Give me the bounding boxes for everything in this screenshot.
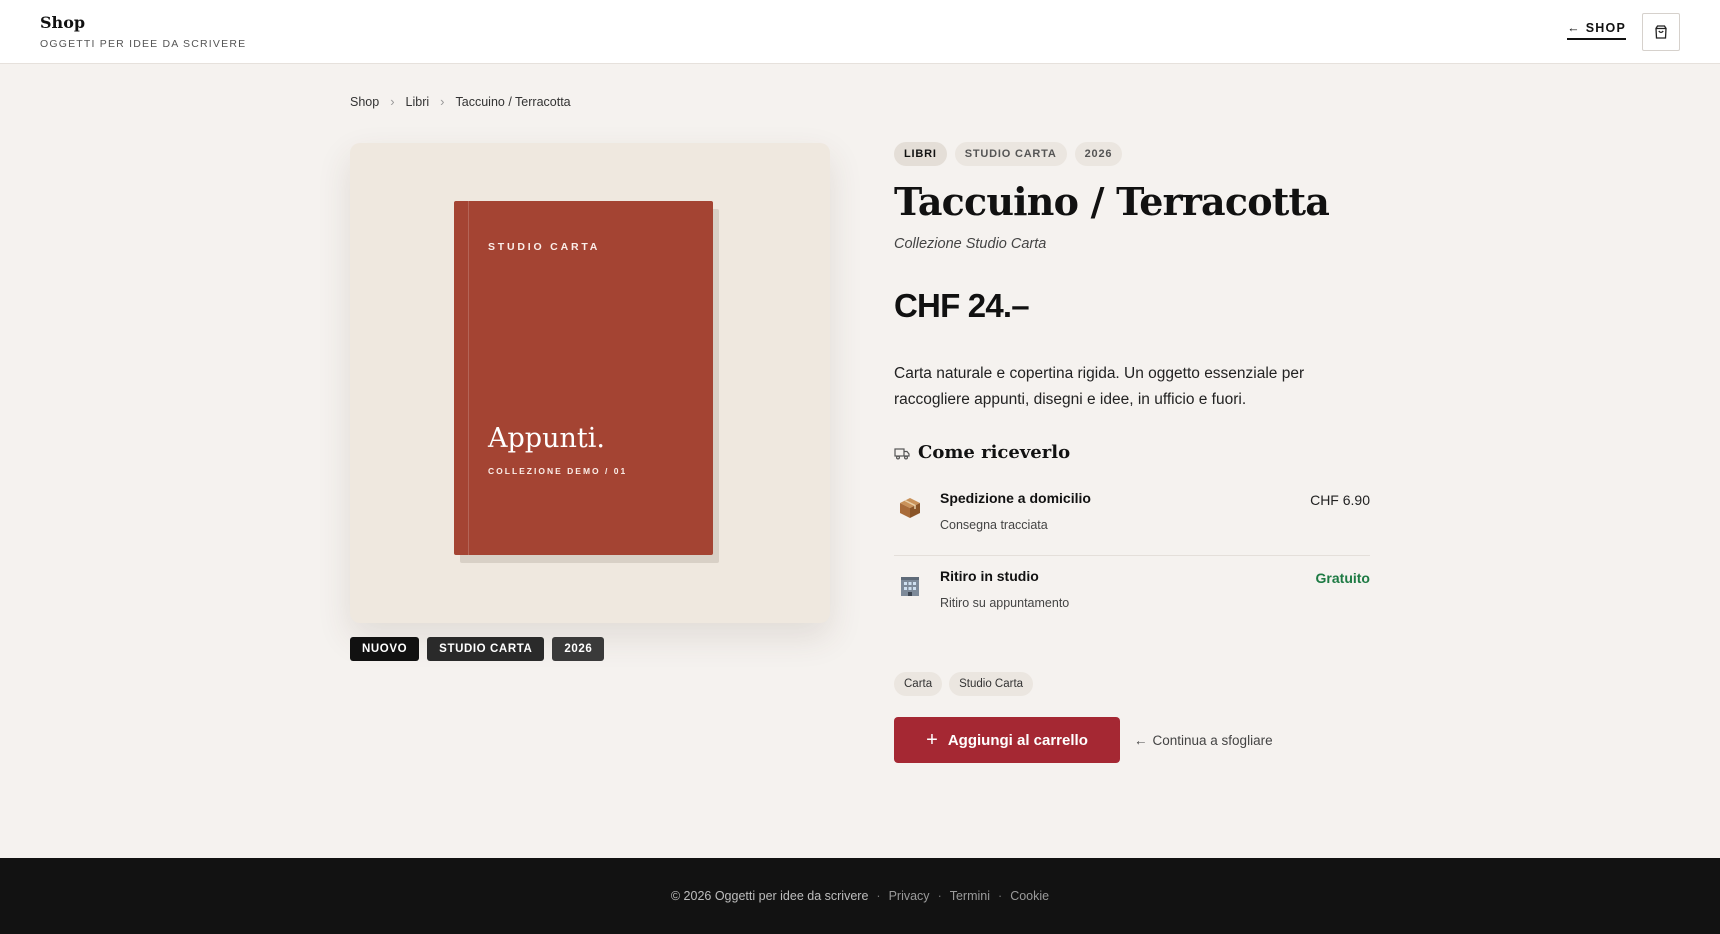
add-to-cart-label: Aggiungi al carrello <box>947 731 1088 749</box>
footer-separator: · <box>937 889 942 903</box>
footer-terms-link[interactable]: Termini <box>950 889 990 903</box>
chevron-right-icon: › <box>440 94 445 109</box>
product-description: Carta naturale e copertina rigida. Un og… <box>894 365 1305 408</box>
shipping-detail: Consegna tracciata <box>940 518 1048 532</box>
site-header: Shop OGGETTI PER IDEE DA SCRIVERE ← SHOP <box>0 0 1720 64</box>
delivery-heading: Come riceverlo <box>894 442 1370 463</box>
site-footer: © 2026 Oggetti per idee da scrivere · Pr… <box>0 858 1720 934</box>
shopping-bag-icon <box>1655 25 1667 39</box>
book-title: Appunti. <box>488 423 605 454</box>
product-price: CHF 24.– <box>894 287 1030 324</box>
footer-cookie-link[interactable]: Cookie <box>1010 889 1049 903</box>
footer-privacy-link[interactable]: Privacy <box>889 889 930 903</box>
brand[interactable]: Shop OGGETTI PER IDEE DA SCRIVERE <box>40 13 246 50</box>
book-series: COLLEZIONE DEMO / 01 <box>488 466 628 476</box>
book-spine <box>468 201 469 555</box>
badge-new: NUOVO <box>350 637 420 661</box>
tag-year[interactable]: 2026 <box>1074 142 1123 166</box>
keyword-chips: Carta Studio Carta <box>894 672 1370 696</box>
add-to-cart-button[interactable]: + Aggiungi al carrello <box>894 717 1120 763</box>
product-tags: LIBRI STUDIO CARTA 2026 <box>894 142 1370 166</box>
breadcrumb-shop[interactable]: Shop <box>350 95 379 109</box>
shipping-option-home[interactable]: Spedizione a domicilio Consegna tracciat… <box>894 478 1370 555</box>
brand-name[interactable]: Shop <box>40 13 246 32</box>
footer-copyright: © 2026 Oggetti per idee da scrivere <box>670 889 869 903</box>
book-cover: STUDIO CARTA Appunti. COLLEZIONE DEMO / … <box>454 201 713 555</box>
shipping-price-free: Gratuito <box>1315 570 1370 586</box>
shipping-options: Spedizione a domicilio Consegna tracciat… <box>894 478 1370 632</box>
chevron-right-icon: › <box>390 94 395 109</box>
arrow-left-icon: ← <box>1134 732 1148 748</box>
package-icon <box>896 494 924 522</box>
cart-button[interactable] <box>1642 13 1680 51</box>
continue-browsing-link[interactable]: ← Continua a sfogliare <box>1134 733 1273 748</box>
badge-brand: STUDIO CARTA <box>427 637 545 661</box>
product-title: Taccuino / Terracotta <box>894 179 1330 224</box>
shipping-name: Spedizione a domicilio <box>940 490 1091 506</box>
breadcrumb-libri[interactable]: Libri <box>406 95 430 109</box>
chip-carta[interactable]: Carta <box>894 672 943 696</box>
product-actions: + Aggiungi al carrello ← Continua a sfog… <box>894 717 1370 763</box>
building-icon <box>896 572 924 600</box>
product-info: LIBRI STUDIO CARTA 2026 Taccuino / Terra… <box>894 142 1370 763</box>
tag-category[interactable]: LIBRI <box>894 142 947 166</box>
brand-tagline: OGGETTI PER IDEE DA SCRIVERE <box>40 38 247 50</box>
shipping-name: Ritiro in studio <box>940 568 1039 584</box>
delivery-heading-text: Come riceverlo <box>918 442 1071 463</box>
continue-label: Continua a sfogliare <box>1152 732 1273 748</box>
shipping-detail: Ritiro su appuntamento <box>940 596 1070 610</box>
header-shop-label: SHOP <box>1585 21 1626 35</box>
header-shop-link[interactable]: ← SHOP <box>1567 21 1626 40</box>
tag-brand[interactable]: STUDIO CARTA <box>954 142 1067 166</box>
badge-year: 2026 <box>552 637 605 661</box>
footer-separator: · <box>998 889 1003 903</box>
breadcrumb-current: Taccuino / Terracotta <box>455 94 571 109</box>
product-image[interactable]: STUDIO CARTA Appunti. COLLEZIONE DEMO / … <box>350 143 830 623</box>
shipping-price: CHF 6.90 <box>1310 492 1370 508</box>
book-brand: STUDIO CARTA <box>488 241 601 253</box>
footer-separator: · <box>876 889 881 903</box>
product-collection: Collezione Studio Carta <box>894 236 1047 252</box>
arrow-left-icon: ← <box>1567 21 1581 35</box>
breadcrumb: Shop › Libri › Taccuino / Terracotta <box>350 94 571 109</box>
shipping-option-pickup[interactable]: Ritiro in studio Ritiro su appuntamento … <box>894 555 1370 632</box>
chip-studio-carta[interactable]: Studio Carta <box>949 672 1034 696</box>
image-badges: NUOVO STUDIO CARTA 2026 <box>350 637 605 661</box>
truck-icon <box>894 447 910 460</box>
plus-icon: + <box>926 729 938 751</box>
